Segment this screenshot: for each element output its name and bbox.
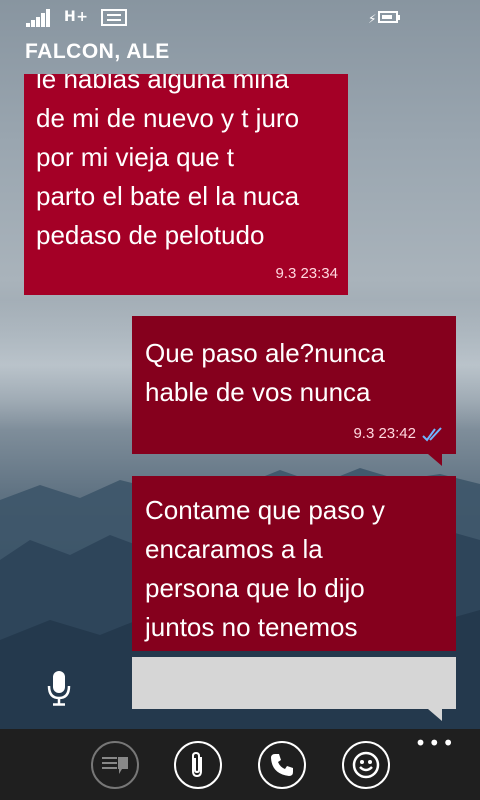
battery-charging-icon: ⚡ — [368, 9, 400, 26]
message-text: le hablas alguna mina de mi de nuevo y t… — [36, 74, 300, 250]
emoticon-keyboard-icon — [102, 757, 128, 774]
read-ticks-icon — [422, 427, 442, 442]
message-notification-icon — [101, 9, 127, 26]
message-text: Contame que paso y encaramos a la person… — [145, 495, 385, 642]
message-time: 9.3 23:34 — [275, 265, 338, 282]
bubble-tail — [428, 454, 442, 466]
message-time: 9.3 23:42 — [353, 425, 416, 442]
attach-button[interactable] — [174, 741, 222, 789]
app-bar: ••• — [0, 729, 480, 800]
call-button[interactable] — [258, 741, 306, 789]
message-bubble-incoming[interactable]: le hablas alguna mina de mi de nuevo y t… — [24, 74, 348, 295]
emoji-button[interactable] — [342, 741, 390, 789]
message-input[interactable] — [132, 657, 456, 709]
status-bar: H+ ⚡ — [0, 0, 480, 36]
message-bubble-outgoing[interactable]: Contame que paso y encaramos a la person… — [132, 476, 456, 651]
signal-strength-icon — [26, 9, 52, 27]
paperclip-icon — [192, 751, 202, 778]
smiley-icon — [352, 751, 380, 779]
contact-name[interactable]: FALCON, ALE — [25, 40, 170, 64]
emoji-keyboard-button[interactable] — [91, 741, 139, 789]
more-options-icon[interactable]: ••• — [415, 733, 456, 753]
network-type: H+ — [64, 9, 89, 25]
composer-tail — [428, 709, 442, 721]
phone-icon — [271, 754, 293, 776]
conversation[interactable]: le hablas alguna mina de mi de nuevo y t… — [0, 74, 480, 724]
message-bubble-outgoing[interactable]: Que paso ale?nunca hable de vos nunca 9.… — [132, 316, 456, 454]
message-text: Que paso ale?nunca hable de vos nunca — [145, 338, 385, 407]
microphone-icon[interactable] — [46, 670, 72, 706]
